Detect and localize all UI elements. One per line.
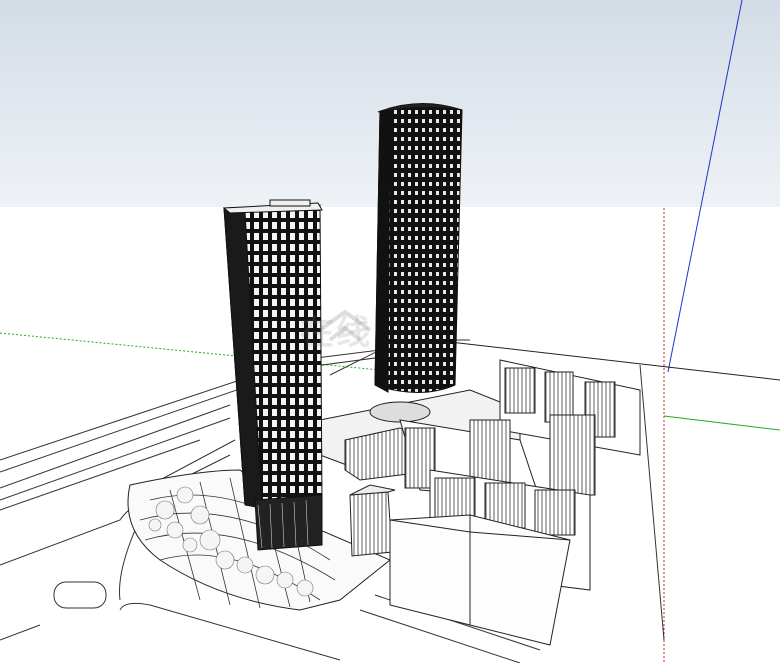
model-viewport[interactable]: 在线	[0, 0, 780, 663]
right-tower	[374, 103, 463, 393]
glass-block	[349, 484, 396, 557]
3d-scene[interactable]	[0, 0, 780, 663]
